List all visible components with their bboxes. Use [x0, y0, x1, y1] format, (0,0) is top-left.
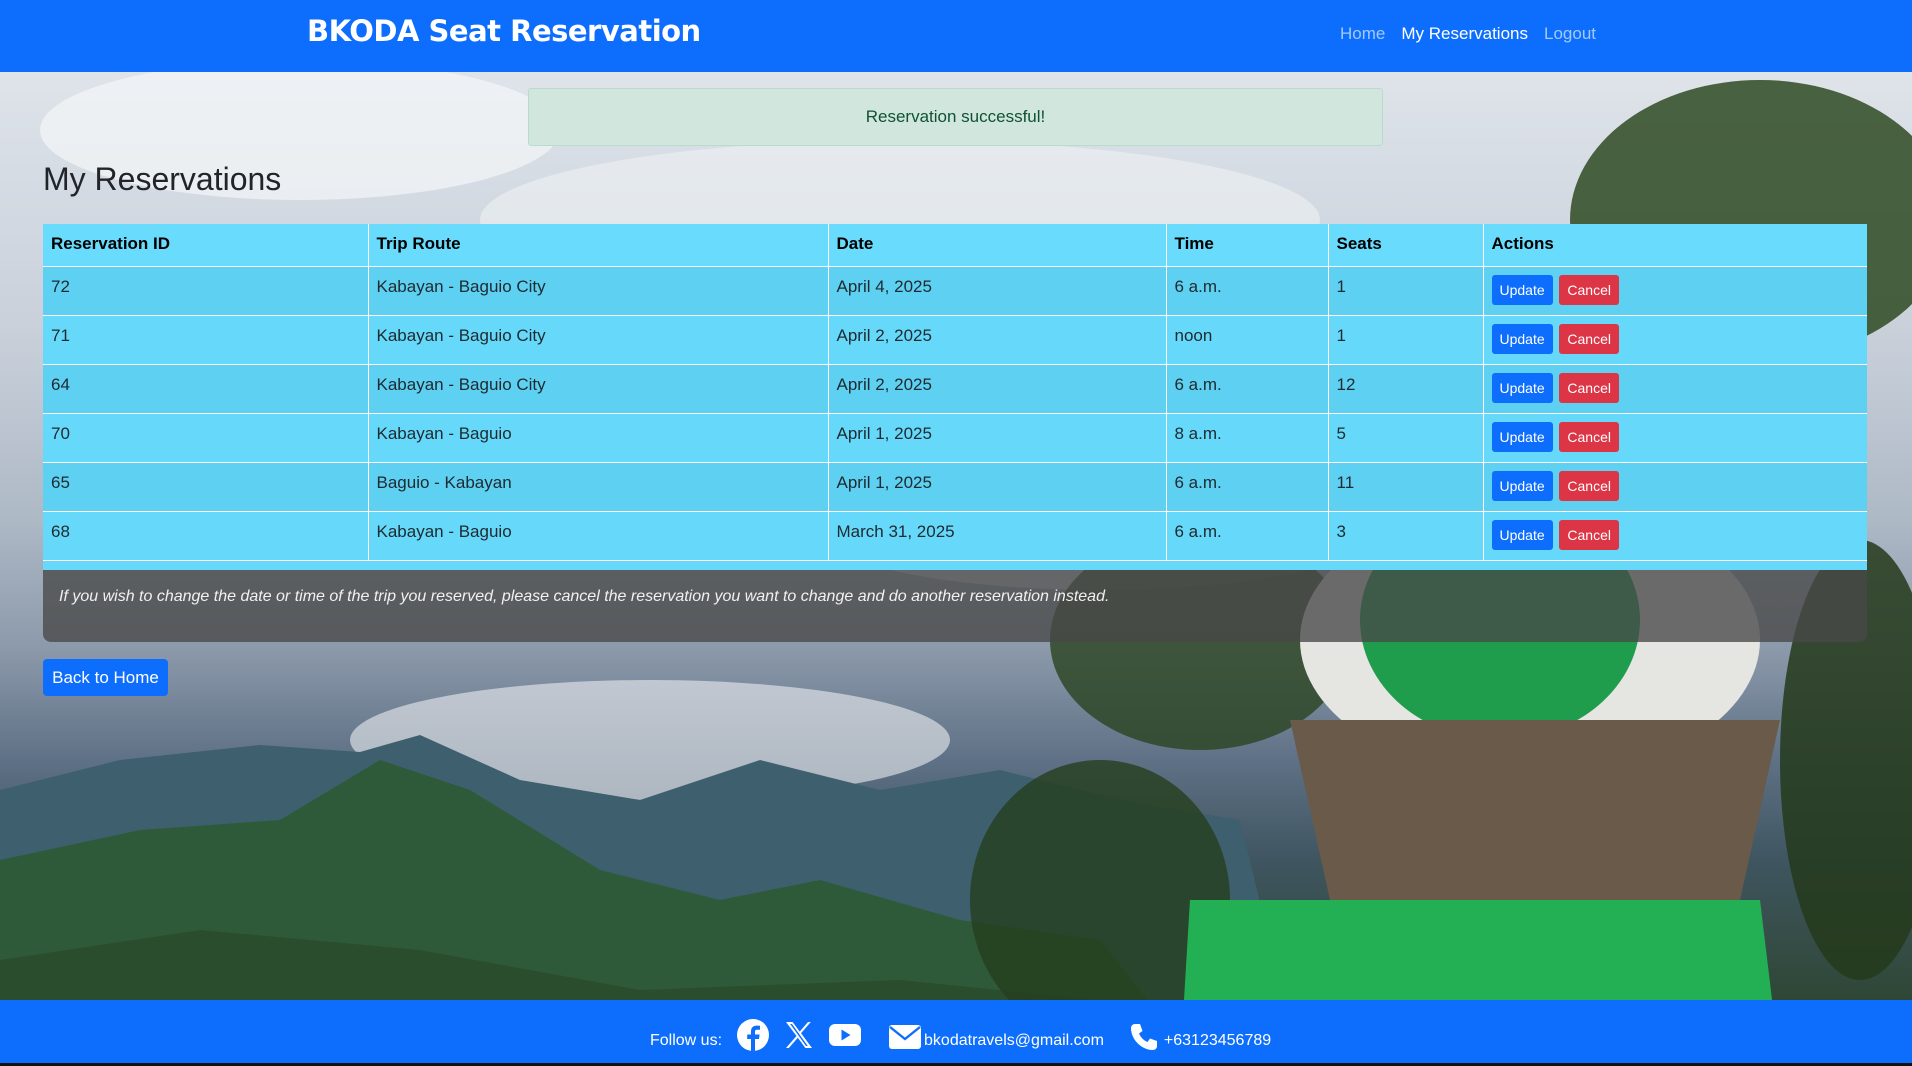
header-actions: Actions [1483, 224, 1867, 267]
footer-phone: +63123456789 [1128, 1022, 1271, 1052]
cell-trip-route: Kabayan - Baguio City [368, 315, 829, 365]
footer: Follow us: bkodatravels@gmail.com +63123… [0, 1000, 1912, 1066]
header-trip-route: Trip Route [368, 224, 829, 267]
cancel-button[interactable]: Cancel [1559, 274, 1619, 305]
update-button[interactable]: Update [1491, 470, 1553, 501]
cell-reservation-id: 65 [43, 462, 369, 512]
nav-link-home[interactable]: Home [1340, 24, 1385, 44]
cell-reservation-id: 64 [43, 364, 369, 414]
cell-seats: 11 [1328, 462, 1484, 512]
facebook-icon[interactable] [736, 1018, 770, 1052]
x-icon[interactable] [782, 1018, 816, 1052]
cancel-button[interactable]: Cancel [1559, 519, 1619, 550]
table-row: 64 Kabayan - Baguio City April 2, 2025 6… [43, 364, 1867, 414]
header-date: Date [828, 224, 1167, 267]
cell-actions: Update Cancel [1483, 462, 1867, 512]
cell-trip-route: Kabayan - Baguio [368, 511, 829, 561]
cell-date: April 1, 2025 [828, 413, 1167, 463]
reservations-table: Reservation ID Trip Route Date Time Seat… [43, 224, 1867, 561]
cell-reservation-id: 72 [43, 266, 369, 316]
cell-actions: Update Cancel [1483, 364, 1867, 414]
top-navbar: BKODA Seat Reservation Home My Reservati… [0, 0, 1912, 72]
table-row: 72 Kabayan - Baguio City April 4, 2025 6… [43, 266, 1867, 316]
cell-time: noon [1166, 315, 1329, 365]
update-button[interactable]: Update [1491, 323, 1553, 354]
cell-actions: Update Cancel [1483, 266, 1867, 316]
cancel-button[interactable]: Cancel [1559, 421, 1619, 452]
brand-title[interactable]: BKODA Seat Reservation [307, 14, 701, 48]
cancel-button[interactable]: Cancel [1559, 323, 1619, 354]
table-row: 70 Kabayan - Baguio April 1, 2025 8 a.m.… [43, 413, 1867, 463]
table-row: 65 Baguio - Kabayan April 1, 2025 6 a.m.… [43, 462, 1867, 512]
success-alert: Reservation successful! [528, 88, 1383, 146]
page-title: My Reservations [43, 161, 282, 197]
cell-date: April 2, 2025 [828, 364, 1167, 414]
cell-actions: Update Cancel [1483, 413, 1867, 463]
cell-seats: 3 [1328, 511, 1484, 561]
youtube-icon[interactable] [828, 1018, 862, 1052]
cell-time: 6 a.m. [1166, 511, 1329, 561]
cell-trip-route: Baguio - Kabayan [368, 462, 829, 512]
cell-date: April 2, 2025 [828, 315, 1167, 365]
footer-email: bkodatravels@gmail.com [888, 1022, 1104, 1052]
cell-reservation-id: 68 [43, 511, 369, 561]
cell-time: 6 a.m. [1166, 266, 1329, 316]
table-row: 71 Kabayan - Baguio City April 2, 2025 n… [43, 315, 1867, 365]
cell-time: 8 a.m. [1166, 413, 1329, 463]
cancel-button[interactable]: Cancel [1559, 470, 1619, 501]
cell-actions: Update Cancel [1483, 315, 1867, 365]
header-seats: Seats [1328, 224, 1484, 267]
cell-seats: 1 [1328, 266, 1484, 316]
update-button[interactable]: Update [1491, 519, 1553, 550]
update-button[interactable]: Update [1491, 421, 1553, 452]
nav-link-logout[interactable]: Logout [1544, 24, 1596, 44]
envelope-icon [888, 1022, 922, 1052]
table-header-row: Reservation ID Trip Route Date Time Seat… [43, 224, 1867, 267]
cell-trip-route: Kabayan - Baguio [368, 413, 829, 463]
cell-seats: 12 [1328, 364, 1484, 414]
phone-number[interactable]: +63123456789 [1164, 1030, 1271, 1052]
cell-reservation-id: 71 [43, 315, 369, 365]
table-row: 68 Kabayan - Baguio March 31, 2025 6 a.m… [43, 511, 1867, 561]
cell-actions: Update Cancel [1483, 511, 1867, 561]
cell-date: April 1, 2025 [828, 462, 1167, 512]
cell-seats: 5 [1328, 413, 1484, 463]
change-reservation-note: If you wish to change the date or time o… [43, 570, 1867, 642]
update-button[interactable]: Update [1491, 372, 1553, 403]
reservations-table-container: Reservation ID Trip Route Date Time Seat… [43, 224, 1867, 570]
follow-us-label: Follow us: [650, 1032, 723, 1049]
cell-trip-route: Kabayan - Baguio City [368, 364, 829, 414]
cancel-button[interactable]: Cancel [1559, 372, 1619, 403]
cell-seats: 1 [1328, 315, 1484, 365]
cell-date: April 4, 2025 [828, 266, 1167, 316]
cell-trip-route: Kabayan - Baguio City [368, 266, 829, 316]
update-button[interactable]: Update [1491, 274, 1553, 305]
nav-links: Home My Reservations Logout [1340, 24, 1596, 44]
header-time: Time [1166, 224, 1329, 267]
phone-icon [1128, 1022, 1162, 1052]
email-address[interactable]: bkodatravels@gmail.com [924, 1030, 1104, 1052]
back-to-home-button[interactable]: Back to Home [43, 659, 168, 696]
cell-reservation-id: 70 [43, 413, 369, 463]
cell-date: March 31, 2025 [828, 511, 1167, 561]
cell-time: 6 a.m. [1166, 364, 1329, 414]
nav-link-my-reservations[interactable]: My Reservations [1401, 24, 1528, 44]
header-reservation-id: Reservation ID [43, 224, 369, 267]
cell-time: 6 a.m. [1166, 462, 1329, 512]
